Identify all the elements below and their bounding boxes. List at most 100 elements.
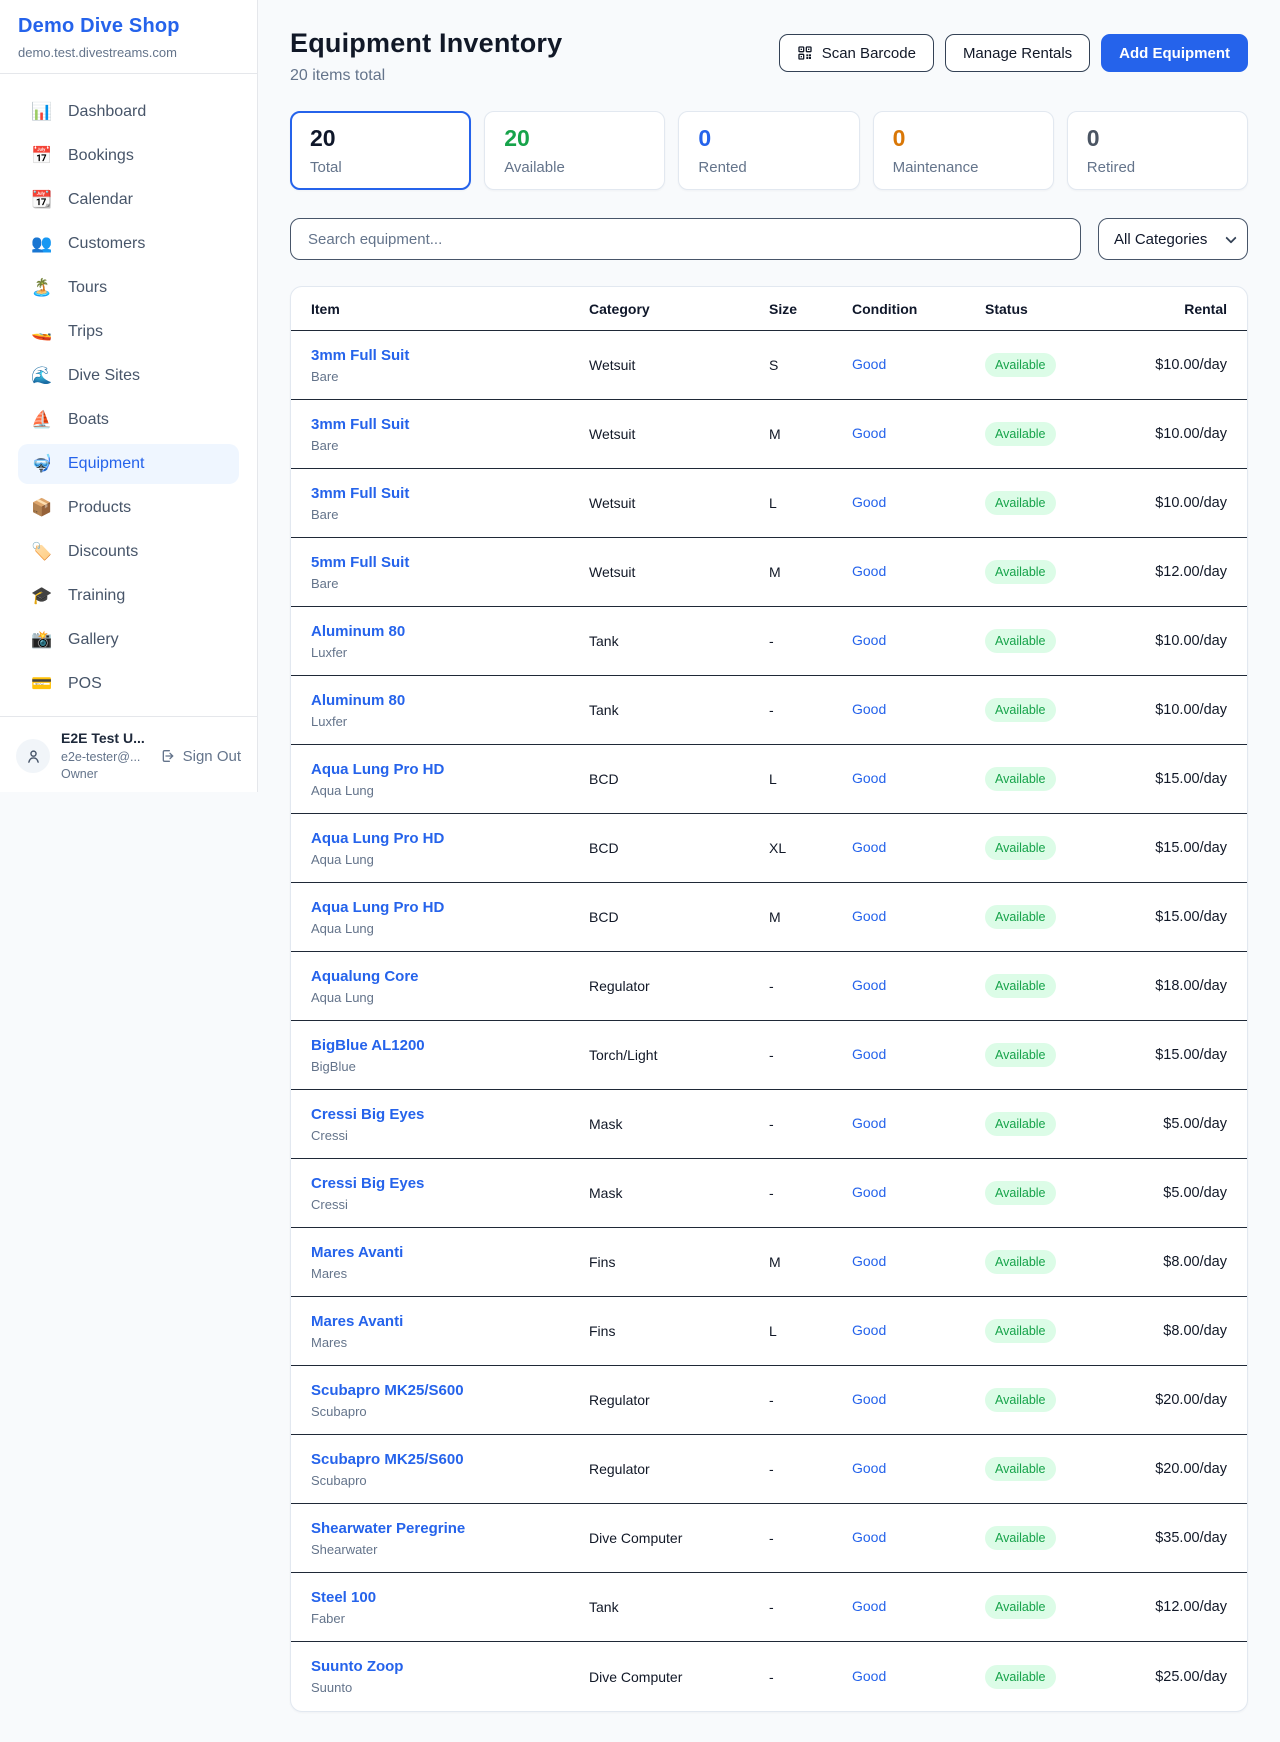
column-header-size: Size — [769, 301, 852, 317]
item-size: L — [769, 771, 852, 787]
sidebar-item-products[interactable]: 📦 Products — [18, 488, 239, 528]
condition-link[interactable]: Good — [852, 356, 886, 372]
item-name-link[interactable]: Mares Avanti — [311, 1313, 589, 1330]
sidebar-item-label: Gallery — [68, 631, 119, 649]
stat-label: Total — [310, 159, 451, 176]
stat-card-total[interactable]: 20 Total — [290, 111, 471, 190]
item-brand: Mares — [311, 1335, 589, 1350]
item-name-link[interactable]: Scubapro MK25/S600 — [311, 1382, 589, 1399]
item-name-link[interactable]: Mares Avanti — [311, 1244, 589, 1261]
condition-link[interactable]: Good — [852, 1598, 886, 1614]
stat-card-available[interactable]: 20 Available — [484, 111, 665, 190]
condition-link[interactable]: Good — [852, 1184, 886, 1200]
sidebar-item-label: POS — [68, 675, 102, 693]
item-name-link[interactable]: Steel 100 — [311, 1589, 589, 1606]
sidebar-item-equipment[interactable]: 🤿 Equipment — [18, 444, 239, 484]
condition-link[interactable]: Good — [852, 1322, 886, 1338]
sign-out-button[interactable]: Sign Out — [160, 748, 241, 765]
condition-link[interactable]: Good — [852, 494, 886, 510]
condition-link[interactable]: Good — [852, 1460, 886, 1476]
condition-link[interactable]: Good — [852, 563, 886, 579]
condition-link[interactable]: Good — [852, 1115, 886, 1131]
condition-link[interactable]: Good — [852, 1253, 886, 1269]
item-name-link[interactable]: 3mm Full Suit — [311, 485, 589, 502]
sidebar-item-trips[interactable]: 🚤 Trips — [18, 312, 239, 352]
add-equipment-button[interactable]: Add Equipment — [1101, 34, 1248, 72]
status-badge: Available — [985, 1250, 1056, 1274]
condition-link[interactable]: Good — [852, 1529, 886, 1545]
item-brand: Bare — [311, 369, 589, 384]
item-name-link[interactable]: Aqualung Core — [311, 968, 589, 985]
item-rental: $10.00/day — [1137, 633, 1227, 649]
item-name-link[interactable]: BigBlue AL1200 — [311, 1037, 589, 1054]
item-name-link[interactable]: Suunto Zoop — [311, 1658, 589, 1675]
bar-chart-icon: 📊 — [31, 102, 53, 122]
app-layout: Demo Dive Shop demo.test.divestreams.com… — [0, 0, 1280, 1732]
condition-link[interactable]: Good — [852, 701, 886, 717]
item-name-link[interactable]: 3mm Full Suit — [311, 416, 589, 433]
item-name-link[interactable]: Cressi Big Eyes — [311, 1175, 589, 1192]
sidebar-item-customers[interactable]: 👥 Customers — [18, 224, 239, 264]
item-name-link[interactable]: Scubapro MK25/S600 — [311, 1451, 589, 1468]
item-size: XL — [769, 840, 852, 856]
item-brand: Luxfer — [311, 645, 589, 660]
condition-link[interactable]: Good — [852, 770, 886, 786]
item-name-link[interactable]: Aqua Lung Pro HD — [311, 899, 589, 916]
stat-card-rented[interactable]: 0 Rented — [678, 111, 859, 190]
sidebar-item-dashboard[interactable]: 📊 Dashboard — [18, 92, 239, 132]
item-category: Fins — [589, 1254, 769, 1270]
item-name-link[interactable]: Aluminum 80 — [311, 692, 589, 709]
sidebar-item-tours[interactable]: 🏝️ Tours — [18, 268, 239, 308]
item-name-link[interactable]: 3mm Full Suit — [311, 347, 589, 364]
stat-label: Maintenance — [893, 159, 1034, 176]
item-name-link[interactable]: Aqua Lung Pro HD — [311, 761, 589, 778]
manage-rentals-label: Manage Rentals — [963, 45, 1072, 62]
status-badge: Available — [985, 1043, 1056, 1067]
condition-link[interactable]: Good — [852, 977, 886, 993]
condition-link[interactable]: Good — [852, 908, 886, 924]
condition-link[interactable]: Good — [852, 1046, 886, 1062]
table-body: 3mm Full Suit Bare Wetsuit S Good Availa… — [291, 331, 1247, 1711]
stat-label: Rented — [698, 159, 839, 176]
search-input[interactable] — [290, 218, 1081, 260]
status-badge: Available — [985, 560, 1056, 584]
stat-label: Available — [504, 159, 645, 176]
item-size: - — [769, 633, 852, 649]
condition-link[interactable]: Good — [852, 632, 886, 648]
avatar — [16, 739, 50, 773]
item-name-link[interactable]: Aqua Lung Pro HD — [311, 830, 589, 847]
item-brand: Aqua Lung — [311, 852, 589, 867]
table-row: Aluminum 80 Luxfer Tank - Good Available… — [291, 607, 1247, 676]
sidebar-item-training[interactable]: 🎓 Training — [18, 576, 239, 616]
island-icon: 🏝️ — [31, 278, 53, 298]
condition-link[interactable]: Good — [852, 1668, 886, 1684]
item-name-link[interactable]: 5mm Full Suit — [311, 554, 589, 571]
condition-link[interactable]: Good — [852, 1391, 886, 1407]
item-name-link[interactable]: Shearwater Peregrine — [311, 1520, 589, 1537]
condition-link[interactable]: Good — [852, 425, 886, 441]
scan-barcode-button[interactable]: Scan Barcode — [779, 34, 934, 72]
item-name-link[interactable]: Aluminum 80 — [311, 623, 589, 640]
sidebar-item-boats[interactable]: ⛵ Boats — [18, 400, 239, 440]
table-row: 3mm Full Suit Bare Wetsuit M Good Availa… — [291, 400, 1247, 469]
sidebar-item-discounts[interactable]: 🏷️ Discounts — [18, 532, 239, 572]
condition-link[interactable]: Good — [852, 839, 886, 855]
sidebar-item-pos[interactable]: 💳 POS — [18, 664, 239, 704]
sidebar-item-calendar[interactable]: 📆 Calendar — [18, 180, 239, 220]
item-brand: Aqua Lung — [311, 990, 589, 1005]
stat-card-maintenance[interactable]: 0 Maintenance — [873, 111, 1054, 190]
sidebar-item-label: Customers — [68, 235, 145, 253]
category-filter-select[interactable]: All Categories — [1098, 218, 1248, 260]
sidebar-item-bookings[interactable]: 📅 Bookings — [18, 136, 239, 176]
column-header-status: Status — [985, 301, 1137, 317]
item-brand: Shearwater — [311, 1542, 589, 1557]
manage-rentals-button[interactable]: Manage Rentals — [945, 34, 1090, 72]
stat-card-retired[interactable]: 0 Retired — [1067, 111, 1248, 190]
sidebar-item-label: Calendar — [68, 191, 133, 209]
item-name-link[interactable]: Cressi Big Eyes — [311, 1106, 589, 1123]
item-brand: Faber — [311, 1611, 589, 1626]
table-row: 3mm Full Suit Bare Wetsuit L Good Availa… — [291, 469, 1247, 538]
sidebar-item-gallery[interactable]: 📸 Gallery — [18, 620, 239, 660]
sidebar-item-dive-sites[interactable]: 🌊 Dive Sites — [18, 356, 239, 396]
status-badge: Available — [985, 1665, 1056, 1689]
